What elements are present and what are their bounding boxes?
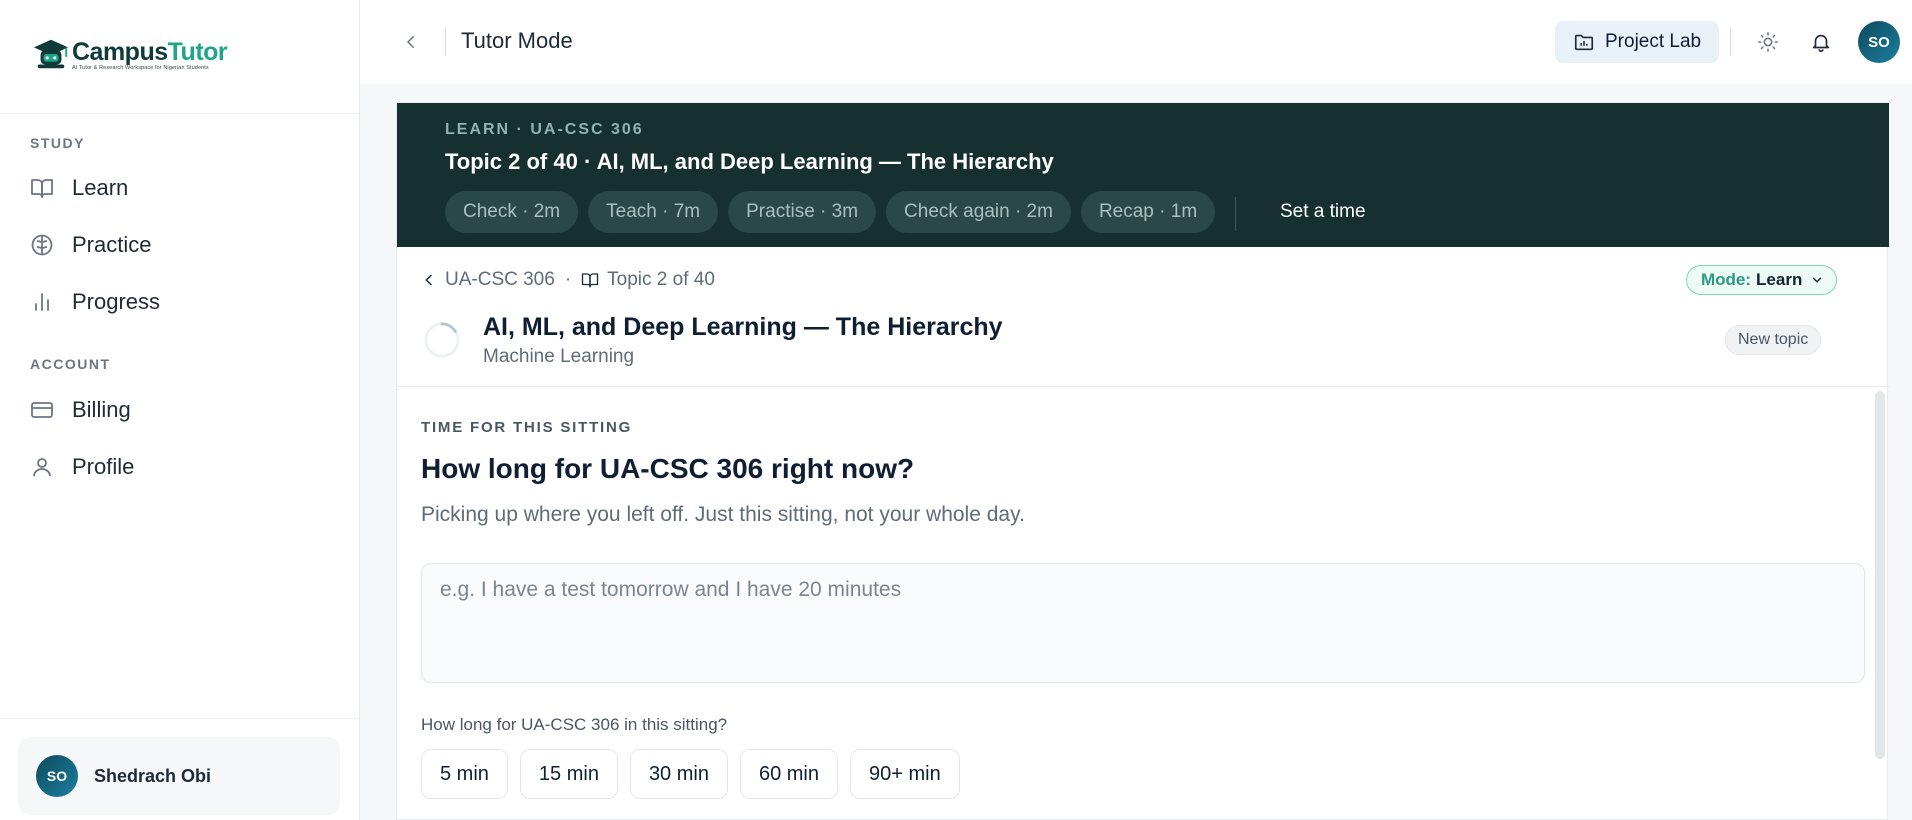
sidebar-item-label: Billing [72, 397, 131, 422]
nav-section-study: STUDY [30, 135, 85, 151]
topbar: Tutor Mode Project Lab SO [360, 0, 1912, 84]
step-teach[interactable]: Teach · 7m [588, 191, 719, 233]
sidebar-item-practice[interactable]: Practice [30, 229, 151, 261]
new-topic-badge: New topic [1725, 325, 1822, 355]
logo-name: CampusTutor [72, 38, 228, 66]
section-title: How long for UA-CSC 306 right now? [421, 453, 915, 484]
step-check-again[interactable]: Check again · 2m [886, 191, 1071, 233]
chevron-left-icon [406, 36, 414, 48]
user-name: Shedrach Obi [94, 765, 212, 786]
topic-subtitle: Machine Learning [483, 346, 635, 367]
theme-toggle-button[interactable] [1754, 28, 1782, 56]
section-description: Picking up where you left off. Just this… [421, 503, 1025, 526]
user-avatar-button[interactable]: SO [1858, 21, 1900, 63]
tutor-card: LEARN · UA-CSC 306 Topic 2 of 40 · AI, M… [396, 102, 1889, 820]
divider [445, 28, 446, 56]
duration-15-button[interactable]: 15 min [519, 749, 618, 799]
brain-icon [30, 233, 54, 257]
scrollbar[interactable] [1875, 391, 1885, 759]
sidebar-item-billing[interactable]: Billing [30, 394, 131, 426]
duration-60-button[interactable]: 60 min [739, 749, 838, 799]
step-practise[interactable]: Practise · 3m [728, 191, 877, 233]
chevron-down-icon [1810, 273, 1824, 287]
folder-chart-icon [1573, 31, 1595, 53]
back-button[interactable] [398, 28, 424, 56]
step-recap[interactable]: Recap · 1m [1080, 191, 1216, 233]
duration-label: How long for UA-CSC 306 in this sitting? [421, 715, 728, 734]
duration-options: 5 min 15 min 30 min 60 min 90+ min [421, 749, 972, 799]
page-title: Tutor Mode [461, 28, 573, 53]
set-time-button[interactable]: Set a time [1280, 201, 1366, 223]
breadcrumb-topic: Topic 2 of 40 [607, 269, 715, 290]
time-context-input[interactable] [421, 563, 1865, 683]
logo-area: CampusTutor AI Tutor & Research Workspac… [0, 0, 359, 114]
divider [0, 718, 360, 719]
step-check[interactable]: Check · 2m [445, 191, 579, 233]
sidebar: CampusTutor AI Tutor & Research Workspac… [0, 0, 360, 820]
breadcrumb-course[interactable]: UA-CSC 306 [445, 269, 555, 291]
duration-30-button[interactable]: 30 min [629, 749, 728, 799]
notifications-button[interactable] [1807, 28, 1835, 56]
sidebar-item-progress[interactable]: Progress [30, 286, 160, 318]
breadcrumb: UA-CSC 306 · Topic 2 of 40 [421, 269, 715, 291]
bell-icon [1812, 34, 1830, 52]
credit-card-icon [30, 398, 54, 422]
chevron-left-icon[interactable] [421, 272, 437, 288]
sidebar-item-label: Practice [72, 232, 152, 257]
app-logo[interactable]: CampusTutor AI Tutor & Research Workspac… [32, 36, 228, 74]
sidebar-item-label: Progress [72, 289, 161, 314]
divider [1730, 28, 1731, 56]
mode-selector[interactable]: Mode: Learn [1686, 265, 1838, 295]
topic-progress-ring [424, 322, 460, 358]
divider [1235, 197, 1236, 231]
lesson-steps: Check · 2m Teach · 7m Practise · 3m Chec… [445, 191, 1225, 233]
project-lab-label: Project Lab [1605, 31, 1702, 52]
sidebar-item-label: Profile [72, 454, 135, 479]
user-card[interactable]: SO Shedrach Obi [18, 737, 340, 815]
main-area: LEARN · UA-CSC 306 Topic 2 of 40 · AI, M… [360, 84, 1912, 820]
section-kicker: TIME FOR THIS SITTING [421, 419, 633, 436]
breadcrumb-separator: · [564, 269, 572, 290]
bar-chart-icon [30, 290, 54, 314]
sidebar-item-label: Learn [72, 175, 129, 200]
lesson-banner: LEARN · UA-CSC 306 Topic 2 of 40 · AI, M… [397, 103, 1889, 247]
divider [397, 386, 1889, 387]
banner-kicker: LEARN · UA-CSC 306 [445, 121, 644, 138]
sidebar-item-learn[interactable]: Learn [30, 172, 128, 204]
avatar: SO [36, 755, 78, 797]
sidebar-item-profile[interactable]: Profile [30, 451, 134, 483]
graduation-cap-icon [33, 39, 69, 69]
book-open-icon [30, 176, 54, 200]
duration-5-button[interactable]: 5 min [421, 749, 508, 799]
project-lab-button[interactable]: Project Lab [1555, 21, 1720, 63]
mode-key: Mode: [1701, 270, 1752, 289]
banner-title: Topic 2 of 40 · AI, ML, and Deep Learnin… [445, 149, 1054, 174]
nav-section-account: ACCOUNT [30, 356, 111, 372]
duration-90-plus-button[interactable]: 90+ min [850, 749, 960, 799]
logo-tagline: AI Tutor & Research Workspace for Nigeri… [72, 65, 209, 71]
sun-icon [1758, 32, 1778, 52]
topic-title: AI, ML, and Deep Learning — The Hierarch… [483, 313, 1003, 341]
book-open-icon [581, 271, 599, 289]
user-icon [30, 455, 54, 479]
mode-value: Learn [1756, 270, 1803, 289]
